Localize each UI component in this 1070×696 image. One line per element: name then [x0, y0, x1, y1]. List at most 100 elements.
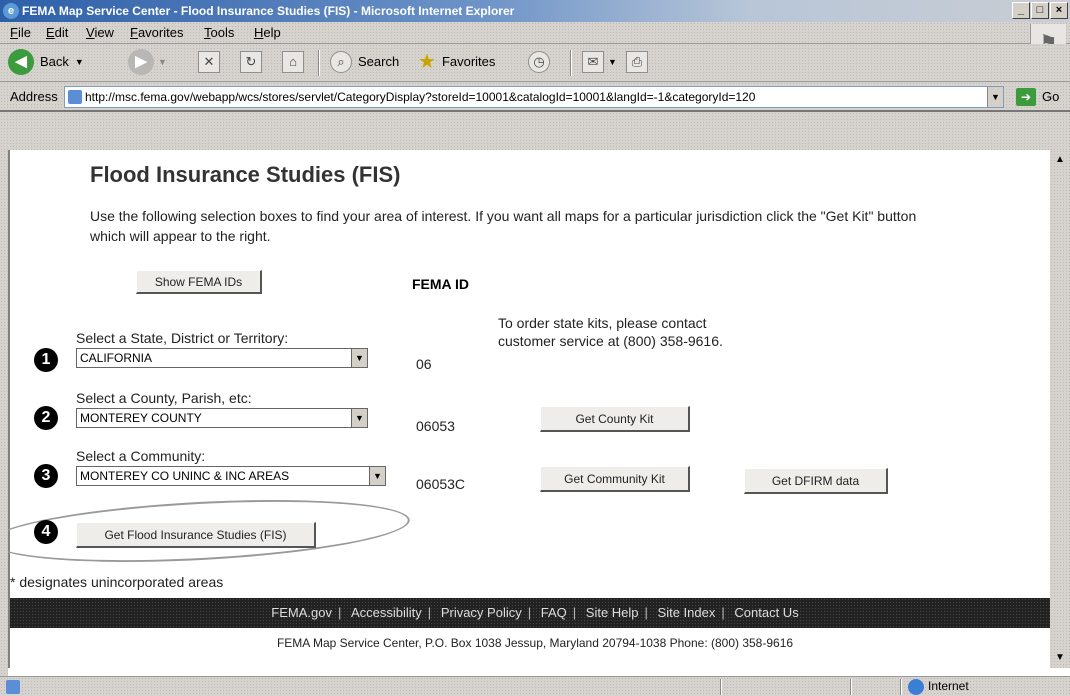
search-button[interactable]: ⌕ Search: [330, 48, 399, 76]
menu-edit[interactable]: Edit: [46, 22, 68, 44]
get-fis-button[interactable]: Get Flood Insurance Studies (FIS): [76, 522, 316, 548]
menu-view[interactable]: View: [86, 22, 114, 44]
back-arrow-icon: ◀: [8, 49, 34, 75]
internet-explorer-icon: e: [3, 3, 19, 19]
minimize-button[interactable]: _: [1012, 2, 1030, 19]
instructions-text: Use the following selection boxes to fin…: [90, 208, 917, 244]
close-button[interactable]: ×: [1050, 2, 1068, 19]
window-title-bar: e FEMA Map Service Center - Flood Insura…: [0, 0, 1070, 22]
chevron-down-icon[interactable]: ▼: [351, 349, 367, 367]
stop-icon: ✕: [198, 51, 220, 73]
stop-button[interactable]: ✕: [198, 48, 220, 76]
fema-id-header: FEMA ID: [412, 276, 470, 292]
address-url: http://msc.fema.gov/webapp/wcs/stores/se…: [85, 90, 756, 104]
get-community-kit-button[interactable]: Get Community Kit: [540, 466, 690, 492]
get-community-kit-label: Get Community Kit: [564, 472, 665, 486]
state-kit-note: To order state kits, please contact cust…: [498, 315, 723, 349]
window-controls: _ □ ×: [1011, 2, 1068, 19]
toolbar: ◀ Back ▼ ▶ ▼ ✕ ↻ ⌂ ⌕ Search ★ Favorites …: [0, 44, 1070, 82]
page-icon: [68, 90, 82, 104]
internet-zone-icon: [908, 679, 924, 695]
show-fema-ids-label: Show FEMA IDs: [154, 275, 243, 289]
link-separator: |: [644, 605, 648, 620]
address-dropdown-button[interactable]: ▼: [987, 87, 1003, 107]
link-separator: |: [527, 605, 532, 620]
status-bar: Internet: [0, 676, 1070, 696]
footer-link-contact-us[interactable]: Contact Us: [730, 605, 802, 620]
status-separator: [900, 679, 902, 695]
chevron-down-icon[interactable]: ▼: [351, 409, 367, 427]
toolbar-separator: [570, 50, 572, 76]
left-frame-border: [0, 150, 8, 676]
print-button[interactable]: ⎙: [626, 48, 648, 76]
contact-info: FEMA Map Service Center, P.O. Box 1038 J…: [276, 636, 794, 650]
page-top-band: [0, 112, 1070, 150]
page-content: Flood Insurance Studies (FIS) Use the fo…: [8, 150, 1050, 668]
footer-link-site-help[interactable]: Site Help: [582, 605, 643, 620]
show-fema-ids-button[interactable]: Show FEMA IDs: [136, 270, 262, 294]
status-separator: [720, 679, 722, 695]
state-select[interactable]: CALIFORNIA ▼: [76, 348, 368, 368]
address-label: Address: [10, 89, 58, 104]
forward-button[interactable]: ▶ ▼: [128, 48, 167, 76]
county-select-label: Select a County, Parish, etc:: [76, 390, 252, 406]
refresh-button[interactable]: ↻: [240, 48, 262, 76]
print-icon: ⎙: [626, 51, 648, 73]
county-select[interactable]: MONTEREY COUNTY ▼: [76, 408, 368, 428]
menu-file[interactable]: File: [10, 22, 31, 44]
get-county-kit-button[interactable]: Get County Kit: [540, 406, 690, 432]
link-separator: |: [337, 605, 342, 620]
community-select[interactable]: MONTEREY CO UNINC & INC AREAS ▼: [76, 466, 386, 486]
scroll-up-icon[interactable]: ▲: [1052, 152, 1068, 168]
maximize-button[interactable]: □: [1031, 2, 1049, 19]
footer-links: FEMA.gov | Accessibility | Privacy Policy |…: [10, 598, 1050, 628]
menu-tools[interactable]: Tools: [204, 22, 234, 44]
favorites-button[interactable]: ★ Favorites: [418, 48, 495, 76]
menu-help[interactable]: Help: [254, 22, 281, 44]
footnote: * designates unincorporated areas: [10, 574, 224, 590]
step-3-badge: 3: [34, 464, 58, 488]
go-button[interactable]: Go: [1042, 89, 1059, 104]
chevron-down-icon[interactable]: ▼: [369, 467, 385, 485]
footer-link-faq[interactable]: FAQ: [537, 605, 571, 620]
community-select-label: Select a Community:: [76, 448, 206, 464]
state-fema-id: 06: [416, 356, 432, 372]
state-select-label: Select a State, District or Territory:: [76, 330, 289, 346]
toolbar-separator: [318, 50, 320, 76]
search-label: Search: [358, 54, 400, 69]
footer-link-site-index[interactable]: Site Index: [654, 605, 720, 620]
link-separator: |: [572, 605, 577, 620]
state-select-value: CALIFORNIA: [80, 351, 153, 365]
footer-link-fema-gov[interactable]: FEMA.gov: [267, 605, 336, 620]
link-separator: |: [721, 605, 725, 620]
step-4-badge: 4: [34, 520, 58, 544]
search-icon: ⌕: [330, 51, 352, 73]
address-input[interactable]: http://msc.fema.gov/webapp/wcs/stores/se…: [64, 86, 1004, 108]
get-fis-label: Get Flood Insurance Studies (FIS): [104, 528, 287, 542]
scroll-down-icon[interactable]: ▼: [1052, 650, 1068, 666]
security-zone-label: Internet: [928, 679, 969, 693]
step-2-badge: 2: [34, 406, 58, 430]
home-button[interactable]: ⌂: [282, 48, 304, 76]
go-arrow-icon[interactable]: ➔: [1016, 88, 1036, 106]
county-select-value: MONTEREY COUNTY: [80, 411, 202, 425]
page-viewport: Flood Insurance Studies (FIS) Use the fo…: [8, 150, 1050, 668]
favorites-star-icon: ★: [418, 51, 436, 73]
history-button[interactable]: ◷: [528, 48, 550, 76]
back-button[interactable]: ◀ Back ▼: [8, 48, 84, 76]
footer-link-privacy-policy[interactable]: Privacy Policy: [437, 605, 526, 620]
home-icon: ⌂: [282, 51, 304, 73]
menu-favorites[interactable]: Favorites: [130, 22, 183, 44]
page-title: Flood Insurance Studies (FIS): [90, 162, 401, 187]
link-separator: |: [427, 605, 432, 620]
get-dfirm-data-button[interactable]: Get DFIRM data: [744, 468, 888, 494]
mail-button[interactable]: ✉ ▼: [582, 48, 617, 76]
page-status-icon: [6, 680, 20, 694]
refresh-icon: ↻: [240, 51, 262, 73]
mail-icon: ✉: [582, 51, 604, 73]
status-separator: [850, 679, 852, 695]
window-title: FEMA Map Service Center - Flood Insuranc…: [22, 4, 515, 18]
back-label: Back: [40, 54, 69, 69]
footer-link-accessibility[interactable]: Accessibility: [347, 605, 426, 620]
vertical-scrollbar[interactable]: ▲ ▼: [1050, 150, 1070, 668]
